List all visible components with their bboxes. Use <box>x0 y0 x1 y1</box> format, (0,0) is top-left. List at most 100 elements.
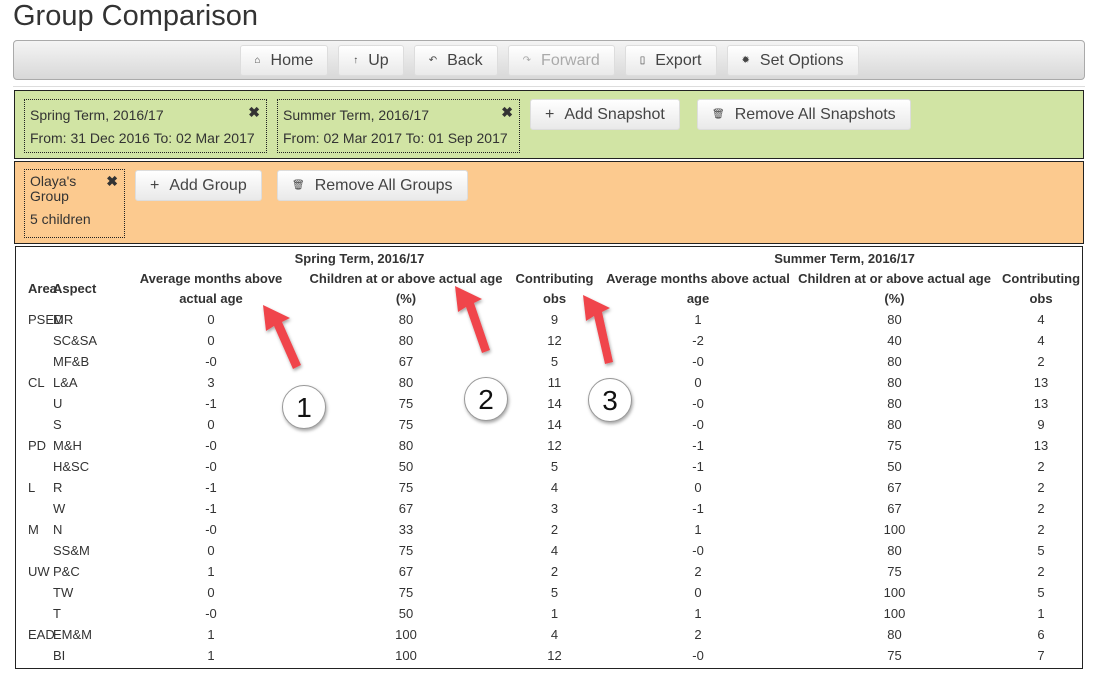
column-header: Contributing obs <box>515 271 594 306</box>
value-cell: 100 <box>883 522 906 537</box>
aspect-cell: MF&B <box>53 354 90 369</box>
column-header: Average months above actual age <box>139 271 283 306</box>
snapshots-panel: ✖ Spring Term, 2016/17 From: 31 Dec 2016… <box>14 90 1084 159</box>
area-cell <box>16 645 53 666</box>
group-card[interactable]: ✖ Olaya's Group 5 children <box>24 169 125 238</box>
value-cell: 75 <box>887 648 902 663</box>
value-cell: 80 <box>887 354 902 369</box>
value-cell: 75 <box>398 543 414 558</box>
table-row: U -1 75 14 -0 80 13 <box>16 393 1082 414</box>
table-row: SC&SA 0 80 12 -2 40 4 <box>16 330 1082 351</box>
value-cell: 0 <box>207 333 215 348</box>
snapshot-range: From: 31 Dec 2016 To: 02 Mar 2017 <box>30 130 255 146</box>
value-cell: -1 <box>205 396 217 411</box>
remove-all-snapshots-label: Remove All Snapshots <box>734 105 896 123</box>
column-header: Children at or above actual age (%) <box>309 271 503 306</box>
value-cell: 12 <box>547 648 562 663</box>
value-cell: 5 <box>1037 543 1045 558</box>
trash-icon: 🗑 <box>712 109 725 120</box>
value-cell: 1 <box>207 564 215 579</box>
home-label: Home <box>270 51 314 69</box>
area-cell: M <box>28 522 39 537</box>
value-cell: 2 <box>694 564 702 579</box>
value-cell: 67 <box>887 501 902 516</box>
table-row: H&SC -0 50 5 -1 50 2 <box>16 456 1082 477</box>
close-icon[interactable]: ✖ <box>248 104 260 121</box>
value-cell: 3 <box>550 501 559 516</box>
remove-all-snapshots-button[interactable]: 🗑 Remove All Snapshots <box>697 99 911 130</box>
remove-all-groups-button[interactable]: 🗑 Remove All Groups <box>277 170 468 201</box>
add-snapshot-button[interactable]: + Add Snapshot <box>530 99 680 130</box>
term-header: Summer Term, 2016/17 <box>774 251 915 266</box>
column-header: Area <box>28 281 57 296</box>
area-cell <box>16 603 53 624</box>
close-icon[interactable]: ✖ <box>501 104 513 121</box>
up-button[interactable]: ↑ Up <box>338 45 404 76</box>
aspect-cell: W <box>53 501 66 516</box>
value-cell: 0 <box>207 543 215 558</box>
value-cell: 75 <box>398 480 414 495</box>
value-cell: -1 <box>692 501 704 516</box>
value-cell: -0 <box>205 459 217 474</box>
value-cell: -0 <box>205 354 217 369</box>
value-cell: 100 <box>395 648 417 663</box>
value-cell: 2 <box>550 522 559 537</box>
value-cell: 80 <box>887 543 902 558</box>
area-cell: PSED <box>28 312 64 327</box>
value-cell: 2 <box>1037 459 1045 474</box>
column-header: Average months above actual age <box>606 271 790 306</box>
export-button[interactable]: ▯ Export <box>624 45 717 76</box>
area-cell <box>16 414 53 435</box>
back-button[interactable]: ↶ Back <box>413 45 498 76</box>
table-row: T -0 50 1 1 100 1 <box>16 603 1082 624</box>
value-cell: 0 <box>694 585 702 600</box>
table-row: L R -1 75 4 0 67 2 <box>16 477 1082 498</box>
forward-button[interactable]: ↷ Forward <box>507 45 615 76</box>
trash-icon: 🗑 <box>292 180 305 191</box>
area-cell <box>16 330 53 351</box>
area-cell: UW <box>28 564 50 579</box>
set-options-button[interactable]: ✹ Set Options <box>726 45 859 76</box>
callout-3: 3 <box>588 378 632 422</box>
value-cell: 80 <box>398 438 414 453</box>
value-cell: 5 <box>550 585 559 600</box>
table-row: EAD EM&M 1 100 4 2 80 6 <box>16 624 1082 645</box>
file-icon: ▯ <box>639 55 646 66</box>
add-group-button[interactable]: + Add Group <box>135 170 262 201</box>
home-button[interactable]: ⌂ Home <box>239 45 329 76</box>
value-cell: 3 <box>207 375 215 390</box>
value-cell: 67 <box>887 480 902 495</box>
value-cell: 11 <box>547 375 562 390</box>
value-cell: -1 <box>205 480 217 495</box>
value-cell: 5 <box>550 459 559 474</box>
add-group-label: Add Group <box>169 176 247 194</box>
value-cell: 67 <box>398 501 414 516</box>
value-cell: 2 <box>694 627 702 642</box>
aspect-cell: H&SC <box>53 459 90 474</box>
value-cell: 4 <box>1037 312 1045 327</box>
column-header: Aspect <box>53 281 97 296</box>
snapshot-card[interactable]: ✖ Spring Term, 2016/17 From: 31 Dec 2016… <box>24 99 267 153</box>
value-cell: 1 <box>207 627 215 642</box>
value-cell: 100 <box>883 606 906 621</box>
value-cell: 4 <box>550 627 559 642</box>
snapshot-card[interactable]: ✖ Summer Term, 2016/17 From: 02 Mar 2017… <box>277 99 520 153</box>
value-cell: 2 <box>1037 501 1045 516</box>
value-cell: 4 <box>550 543 559 558</box>
value-cell: 80 <box>887 417 902 432</box>
value-cell: 67 <box>398 564 414 579</box>
area-cell: CL <box>28 375 45 390</box>
value-cell: 9 <box>1037 417 1045 432</box>
value-cell: 1 <box>550 606 559 621</box>
groups-panel: ✖ Olaya's Group 5 children + Add Group 🗑 R… <box>14 161 1084 244</box>
value-cell: 0 <box>207 312 215 327</box>
area-cell <box>16 498 53 519</box>
value-cell: 50 <box>887 459 902 474</box>
forward-icon: ↷ <box>522 55 532 66</box>
value-cell: 1 <box>694 606 702 621</box>
value-cell: 100 <box>395 627 417 642</box>
back-label: Back <box>447 51 483 69</box>
aspect-cell: R <box>53 480 63 495</box>
close-icon[interactable]: ✖ <box>106 174 118 189</box>
column-header: Children at or above actual age (%) <box>798 271 991 306</box>
